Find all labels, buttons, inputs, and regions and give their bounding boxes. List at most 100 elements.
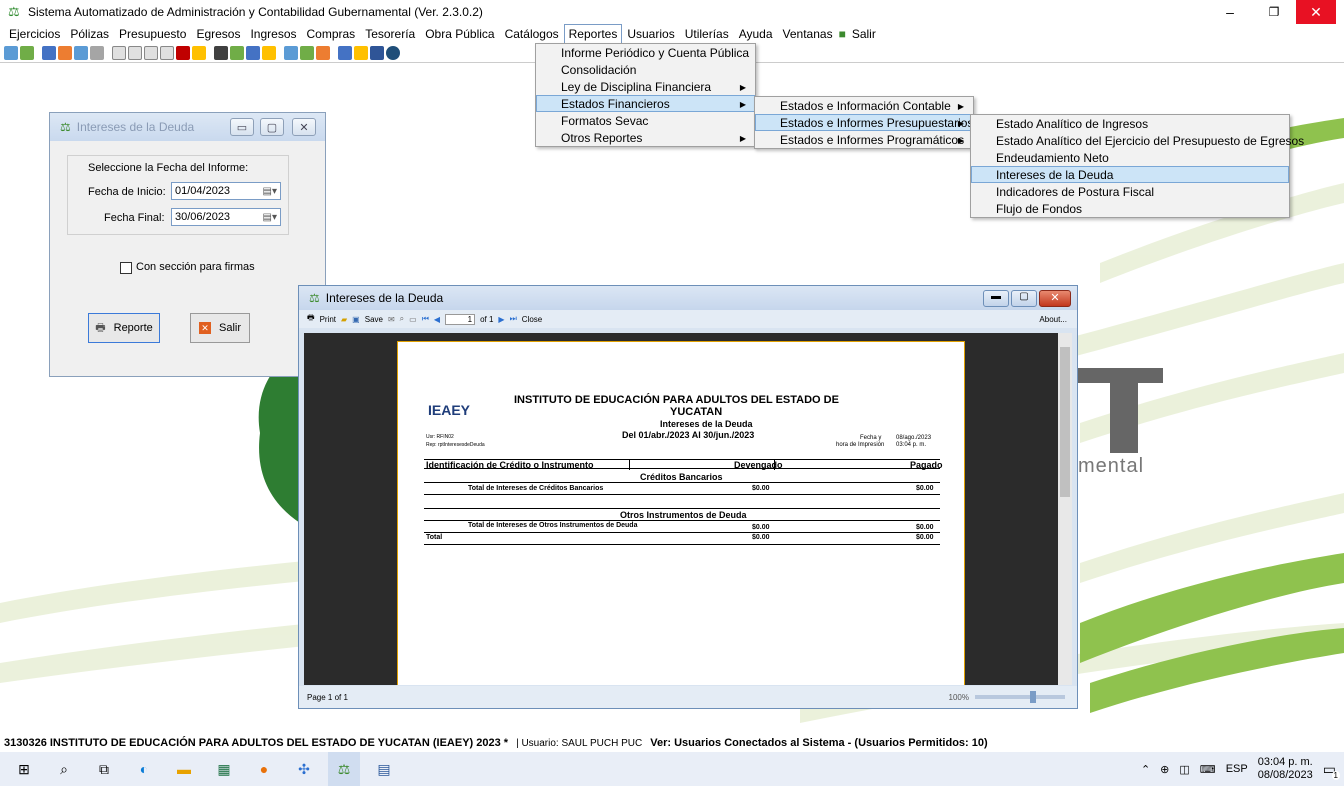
excel-icon[interactable]: ▦	[208, 752, 240, 786]
dialog-close-button[interactable]: ✕	[292, 118, 316, 136]
fecha-final-input[interactable]: 30/06/2023 ▤▾	[171, 208, 281, 226]
viewer-maximize-button[interactable]: ▢	[1011, 290, 1037, 307]
chrome-icon[interactable]: ●	[248, 752, 280, 786]
calendar-icon[interactable]	[214, 46, 228, 60]
menu-egresos[interactable]: Egresos	[191, 24, 245, 44]
salir-button[interactable]: ✕ Salir	[190, 313, 250, 343]
page-input[interactable]: 1	[445, 313, 476, 325]
dialog-maximize-button[interactable]: ▢	[260, 118, 284, 136]
key-icon[interactable]	[354, 46, 368, 60]
email-icon[interactable]: ✉	[388, 315, 395, 324]
menu-ejercicios[interactable]: Ejercicios	[4, 24, 65, 44]
print-button[interactable]: Print	[320, 315, 336, 324]
print-icon[interactable]	[192, 46, 206, 60]
file-explorer-icon[interactable]: ▬	[168, 752, 200, 786]
search-icon[interactable]: ⌕	[48, 752, 80, 786]
calendar-dropdown-icon[interactable]: ▤▾	[263, 210, 277, 226]
menu-item-otros-reportes[interactable]: Otros Reportes ▶	[536, 129, 755, 146]
menu-item-formatos-sevac[interactable]: Formatos Sevac	[536, 112, 755, 129]
menu-utilerias[interactable]: Utilerías	[680, 24, 734, 44]
prev-page-icon[interactable]: ◀	[434, 315, 440, 324]
last-page-icon[interactable]: ⏭	[510, 314, 517, 324]
save-icon[interactable]	[42, 46, 56, 60]
word-icon[interactable]: ▤	[368, 752, 400, 786]
minimize-button[interactable]: –	[1208, 0, 1252, 24]
menu-item-estados-presupuestarios[interactable]: Estados e Informes Presupuestarios ▶	[755, 114, 973, 131]
dialog-minimize-button[interactable]: ▭	[230, 118, 254, 136]
chart-icon[interactable]	[176, 46, 190, 60]
settings-icon[interactable]	[316, 46, 330, 60]
save-button[interactable]: Save	[365, 315, 383, 324]
task-view-icon[interactable]: ⧉	[88, 752, 120, 786]
menu-item-intereses-deuda[interactable]: Intereses de la Deuda	[971, 166, 1289, 183]
menu-item-ley-disciplina[interactable]: Ley de Disciplina Financiera ▶	[536, 78, 755, 95]
database-icon[interactable]	[246, 46, 260, 60]
about-button[interactable]: About...	[1039, 315, 1067, 324]
menu-item-informe-periodico[interactable]: Informe Periódico y Cuenta Pública	[536, 44, 755, 61]
menu-item-flujo-fondos[interactable]: Flujo de Fondos	[971, 200, 1289, 217]
report-icon[interactable]	[74, 46, 88, 60]
print-icon[interactable]: 🖶	[307, 312, 315, 326]
maximize-button[interactable]: ❐	[1252, 0, 1296, 24]
firmas-checkbox[interactable]	[120, 262, 132, 274]
zoom-slider[interactable]	[975, 691, 1065, 703]
find-icon[interactable]: ⌕	[400, 314, 404, 324]
menu-item-estados-contable[interactable]: Estados e Información Contable ▶	[755, 97, 973, 114]
close-button[interactable]: ✕	[1296, 0, 1336, 24]
network-icon[interactable]	[338, 46, 352, 60]
menu-ventanas[interactable]: Ventanas	[778, 24, 838, 44]
menu-item-endeudamiento-neto[interactable]: Endeudamiento Neto	[971, 149, 1289, 166]
network-icon[interactable]: ⊕	[1160, 763, 1169, 776]
notification-icon[interactable]: ▭ 1	[1323, 761, 1340, 780]
save-icon[interactable]: ▣	[352, 315, 360, 324]
refresh-icon[interactable]	[4, 46, 18, 60]
windows-start-icon[interactable]: ⊞	[8, 752, 40, 786]
menu-item-analitico-egresos[interactable]: Estado Analítico del Ejercicio del Presu…	[971, 132, 1304, 149]
viewer-minimize-button[interactable]: ▬	[983, 290, 1009, 307]
grid-icon[interactable]	[90, 46, 104, 60]
doc-p-icon[interactable]	[128, 46, 142, 60]
menu-item-estados-programaticos[interactable]: Estados e Informes Programáticos ▶	[755, 131, 973, 148]
users-icon[interactable]	[230, 46, 244, 60]
menu-catalogos[interactable]: Catálogos	[500, 24, 564, 44]
keyboard-icon[interactable]: ⌨	[1200, 763, 1216, 776]
menu-item-consolidacion[interactable]: Consolidación	[536, 61, 755, 78]
speaker-icon[interactable]: ◫	[1179, 763, 1189, 776]
help-icon[interactable]	[386, 46, 400, 60]
menu-obra-publica[interactable]: Obra Pública	[420, 24, 499, 44]
menu-usuarios[interactable]: Usuarios	[622, 24, 679, 44]
app-grid-icon[interactable]: ✣	[288, 752, 320, 786]
window-icon[interactable]	[284, 46, 298, 60]
calendar-dropdown-icon[interactable]: ▤▾	[263, 184, 277, 200]
clock[interactable]: 03:04 p. m. 08/08/2023	[1258, 756, 1313, 782]
reporte-button[interactable]: 🖶 Reporte	[88, 313, 160, 343]
menu-item-postura-fiscal[interactable]: Indicadores de Postura Fiscal	[971, 183, 1289, 200]
close-report-button[interactable]: Close	[522, 315, 542, 324]
doc-e-icon[interactable]	[144, 46, 158, 60]
menu-tesoreria[interactable]: Tesorería	[360, 24, 420, 44]
sacg-taskbar-icon[interactable]: ⚖	[328, 752, 360, 786]
scrollbar-thumb[interactable]	[1060, 347, 1070, 497]
tools-icon[interactable]	[300, 46, 314, 60]
menu-item-estados-financieros[interactable]: Estados Financieros ▶	[536, 95, 755, 112]
catalog-icon[interactable]	[20, 46, 34, 60]
chevron-up-icon[interactable]: ⌃	[1141, 763, 1150, 776]
status-ver[interactable]: Ver: Usuarios Conectados al Sistema - (U…	[650, 737, 987, 749]
doc-c-icon[interactable]	[112, 46, 126, 60]
viewer-scrollbar[interactable]	[1058, 333, 1072, 685]
edit-icon[interactable]	[58, 46, 72, 60]
next-page-icon[interactable]: ▶	[498, 315, 504, 324]
first-page-icon[interactable]: ⏮	[422, 314, 429, 324]
menu-salir[interactable]: Salir	[847, 24, 881, 44]
doc-f-icon[interactable]	[160, 46, 174, 60]
menu-compras[interactable]: Compras	[302, 24, 361, 44]
book-icon[interactable]	[370, 46, 384, 60]
menu-polizas[interactable]: Pólizas	[65, 24, 114, 44]
viewer-close-button[interactable]: ✕	[1039, 290, 1071, 307]
open-icon[interactable]: ▰	[341, 315, 347, 324]
menu-ayuda[interactable]: Ayuda	[734, 24, 778, 44]
menu-presupuesto[interactable]: Presupuesto	[114, 24, 191, 44]
edge-icon[interactable]: ◐	[128, 752, 160, 786]
package-icon[interactable]	[262, 46, 276, 60]
menu-reportes[interactable]: Reportes	[563, 24, 623, 44]
